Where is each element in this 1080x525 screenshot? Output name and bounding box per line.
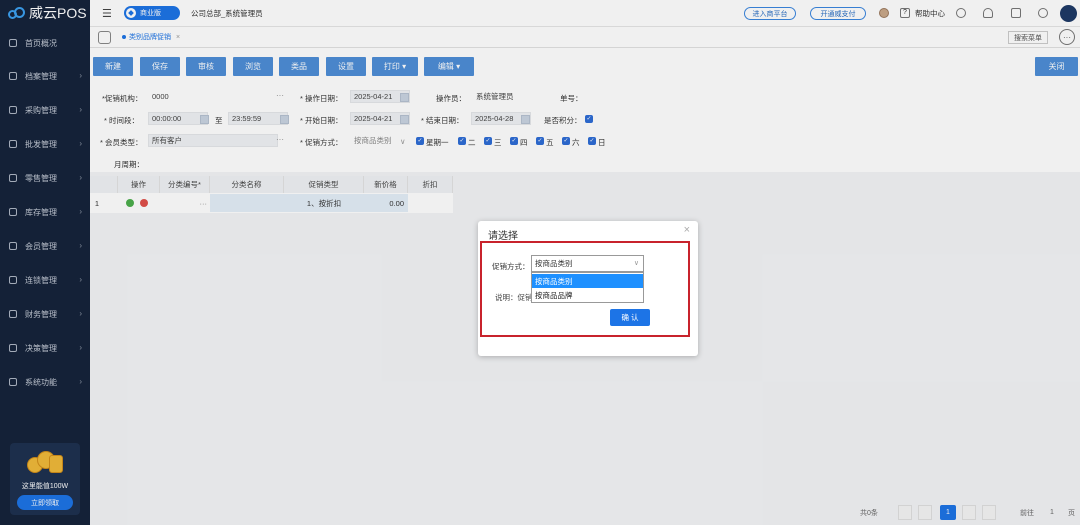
- mode-label: 促销方式：: [492, 262, 530, 271]
- close-icon[interactable]: ×: [684, 224, 690, 236]
- option-category[interactable]: 按商品类别: [532, 274, 643, 288]
- select-dialog: 请选择 × 促销方式： 说明：促销 按商品类别 ∨ 按商品类别 按商品品牌 确 …: [478, 221, 698, 356]
- confirm-button[interactable]: 确 认: [610, 309, 650, 326]
- dialog-title: 请选择: [488, 231, 518, 242]
- mode-options-list: 按商品类别 按商品品牌: [531, 272, 644, 303]
- mode-select[interactable]: 按商品类别 ∨: [531, 255, 644, 272]
- description-label: 说明：促销: [495, 293, 533, 302]
- option-brand[interactable]: 按商品品牌: [532, 288, 643, 302]
- chevron-down-icon: ∨: [633, 260, 639, 267]
